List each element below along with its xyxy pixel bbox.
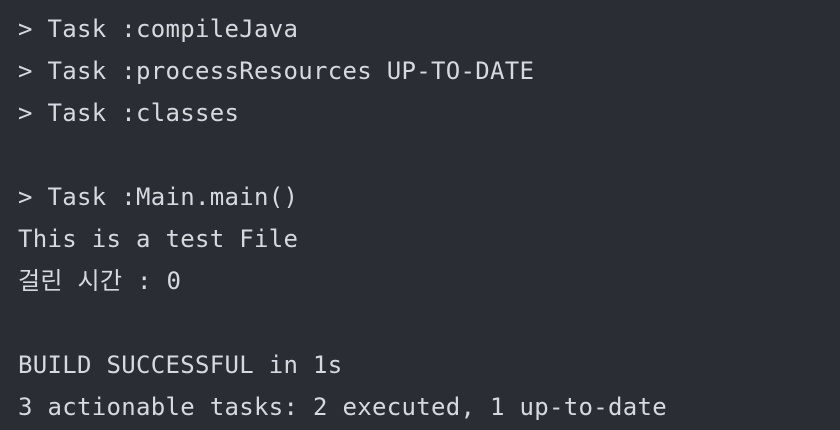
program-output-line: This is a test File: [18, 225, 299, 253]
build-status-line: BUILD SUCCESSFUL in 1s: [18, 351, 343, 379]
task-compile-java-line: > Task :compileJava: [18, 15, 299, 43]
task-classes-line: > Task :classes: [18, 99, 240, 127]
elapsed-time-line: 걸린 시간 : 0: [18, 267, 182, 295]
task-summary-line: 3 actionable tasks: 2 executed, 1 up-to-…: [18, 393, 667, 421]
task-process-resources-line: > Task :processResources UP-TO-DATE: [18, 57, 535, 85]
console-output: > Task :compileJava > Task :processResou…: [0, 0, 840, 430]
task-main-line: > Task :Main.main(): [18, 183, 299, 211]
